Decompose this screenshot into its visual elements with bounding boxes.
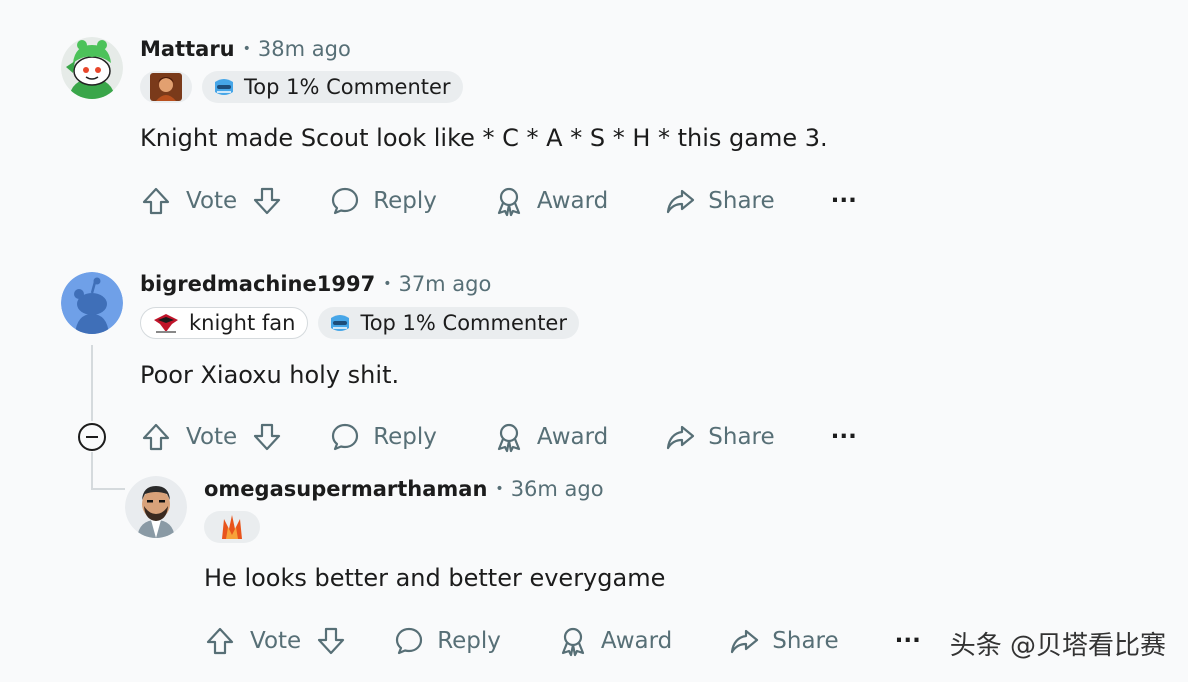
- separator-dot: •: [495, 481, 504, 497]
- top-commenter-flair: Top 1% Commenter: [318, 307, 579, 339]
- share-arrow-icon: [667, 425, 695, 450]
- flair-row: Top 1% Commenter: [140, 70, 463, 104]
- more-icon: ···: [830, 424, 857, 450]
- action-bar: Vote Reply Award Share ···: [204, 619, 921, 663]
- flame-flair-icon: [222, 515, 242, 539]
- reply-button[interactable]: Reply: [393, 625, 501, 657]
- comment-meta: bigredmachine1997 • 37m ago: [140, 272, 491, 296]
- username[interactable]: omegasupermarthaman: [204, 477, 487, 501]
- user-image-flair: [140, 71, 192, 103]
- award-button[interactable]: Award: [557, 625, 672, 657]
- reply-label: Reply: [373, 424, 437, 450]
- timestamp[interactable]: 36m ago: [511, 477, 604, 501]
- award-label: Award: [536, 188, 609, 214]
- upvote-icon[interactable]: [204, 625, 236, 657]
- team-flair: knight fan: [140, 307, 309, 339]
- separator-dot: •: [383, 276, 392, 292]
- timestamp[interactable]: 38m ago: [258, 37, 351, 61]
- top-commenter-icon: [215, 79, 233, 95]
- award-label: Award: [600, 628, 673, 654]
- thread-connector: [91, 488, 125, 490]
- vote-group: Vote: [204, 625, 347, 657]
- username[interactable]: Mattaru: [140, 37, 235, 61]
- action-bar: Vote Reply Award Share ···: [140, 415, 857, 459]
- flair-row: knight fan Top 1% Commenter: [140, 306, 579, 340]
- reply-bubble-icon: [332, 187, 359, 215]
- separator-dot: •: [242, 41, 251, 57]
- upvote-icon[interactable]: [140, 421, 172, 453]
- vote-group: Vote: [140, 421, 283, 453]
- snoo-green-hat-icon: [61, 37, 123, 99]
- award-icon: [497, 423, 521, 453]
- user-image-flair: [204, 511, 260, 543]
- more-options-button[interactable]: ···: [831, 424, 857, 450]
- top-commenter-icon: [331, 315, 350, 331]
- comment-meta: Mattaru • 38m ago: [140, 37, 351, 61]
- share-arrow-icon: [667, 189, 695, 214]
- share-label: Share: [708, 188, 775, 214]
- upvote-icon[interactable]: [140, 185, 172, 217]
- collapse-icon: [86, 435, 98, 439]
- snoo-default-avatar-icon: [61, 272, 123, 334]
- vote-label: Vote: [186, 188, 238, 214]
- avatar[interactable]: [125, 476, 187, 538]
- comment-body: Knight made Scout look like * C * A * S …: [140, 124, 828, 152]
- action-bar: Vote Reply Award Share ···: [140, 179, 857, 223]
- thread-connector: [91, 452, 93, 488]
- flair-label: Top 1% Commenter: [244, 75, 451, 99]
- reply-label: Reply: [373, 188, 437, 214]
- watermark: 头条 @贝塔看比赛: [949, 631, 1166, 661]
- comment-body: Poor Xiaoxu holy shit.: [140, 361, 400, 389]
- flair-label: Top 1% Commenter: [360, 311, 567, 335]
- downvote-icon[interactable]: [315, 625, 347, 657]
- vote-label: Vote: [186, 424, 238, 450]
- comment-body: He looks better and better everygame: [204, 564, 666, 592]
- thread-line: [91, 345, 93, 421]
- reply-button[interactable]: Reply: [329, 185, 437, 217]
- reply-bubble-icon: [332, 423, 359, 451]
- comment-meta: omegasupermarthaman • 36m ago: [204, 477, 604, 501]
- snoo-bearded-avatar-icon: [125, 476, 187, 538]
- vote-label: Vote: [250, 628, 302, 654]
- team-flair-label: knight fan: [189, 311, 296, 335]
- award-icon: [561, 627, 585, 657]
- share-button[interactable]: Share: [728, 625, 839, 657]
- timestamp[interactable]: 37m ago: [398, 272, 491, 296]
- award-button[interactable]: Award: [493, 185, 608, 217]
- downvote-icon[interactable]: [251, 421, 283, 453]
- reply-bubble-icon: [396, 627, 423, 655]
- award-icon: [497, 187, 521, 217]
- portrait-flair-icon: [150, 73, 182, 101]
- award-label: Award: [536, 424, 609, 450]
- reply-button[interactable]: Reply: [329, 421, 437, 453]
- share-label: Share: [708, 424, 775, 450]
- avatar[interactable]: [61, 37, 123, 99]
- share-label: Share: [772, 628, 839, 654]
- top-commenter-flair: Top 1% Commenter: [202, 71, 463, 103]
- collapse-thread-button[interactable]: [78, 423, 106, 451]
- downvote-icon[interactable]: [251, 185, 283, 217]
- flair-row: [204, 510, 260, 544]
- share-arrow-icon: [731, 629, 759, 654]
- knight-team-logo-icon: [154, 314, 178, 333]
- avatar[interactable]: [61, 272, 123, 334]
- vote-group: Vote: [140, 185, 283, 217]
- more-icon: ···: [894, 628, 921, 654]
- share-button[interactable]: Share: [664, 185, 775, 217]
- reply-label: Reply: [437, 628, 501, 654]
- share-button[interactable]: Share: [664, 421, 775, 453]
- more-options-button[interactable]: ···: [831, 188, 857, 214]
- more-icon: ···: [830, 188, 857, 214]
- username[interactable]: bigredmachine1997: [140, 272, 375, 296]
- award-button[interactable]: Award: [493, 421, 608, 453]
- more-options-button[interactable]: ···: [895, 628, 921, 654]
